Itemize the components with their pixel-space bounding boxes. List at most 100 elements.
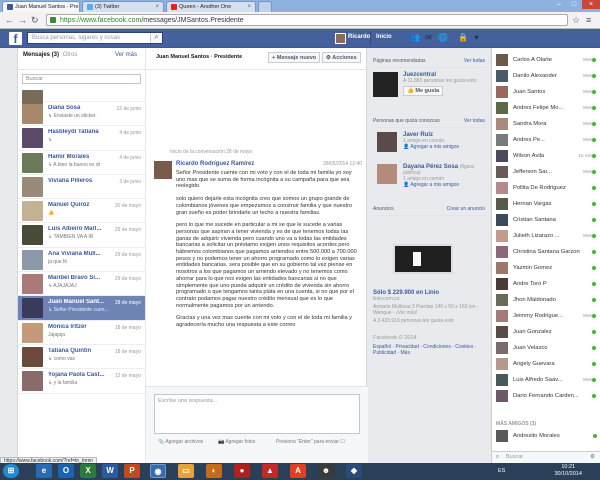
system-clock[interactable]: 10:21 30/10/2014: [554, 464, 582, 478]
new-tab-button[interactable]: [258, 1, 272, 12]
conversation-item[interactable]: Ana Viviana Mull... 29 de mayo ja que fé: [18, 248, 145, 273]
firefox-icon[interactable]: ◐: [206, 464, 222, 478]
conversation-item[interactable]: Yojana Paola Cast... 12 de mayo ↳ y la fam…: [18, 369, 145, 394]
chat-contact[interactable]: Hernan Vargas: [492, 196, 600, 212]
conversation-item[interactable]: Tatiana Quintin 18 de mayo ↳ como vas: [18, 345, 145, 370]
attach-photos-button[interactable]: 📷 Agregar fotos: [218, 439, 255, 445]
chat-contact[interactable]: Carlos A Olarte Web: [492, 52, 600, 68]
back-arrow-icon[interactable]: ←: [5, 15, 14, 25]
like-page-button[interactable]: 👍 Me gusta: [403, 86, 444, 96]
chat-contact[interactable]: Jhon Maldonado: [492, 292, 600, 308]
folder-icon[interactable]: ▭: [178, 464, 194, 478]
chat-contact[interactable]: Christina Santana Garzon: [492, 244, 600, 260]
add-friend-button[interactable]: 👤 Agregar a mis amigos: [403, 144, 459, 150]
facebook-search-input[interactable]: Busca personas, lugares y cosas ⌕: [27, 32, 163, 44]
add-friend-button[interactable]: 👤 Agregar a mis amigos: [403, 182, 487, 188]
app-icon[interactable]: ☻: [318, 464, 334, 478]
sender-avatar[interactable]: [154, 161, 172, 179]
conversation-item[interactable]: Juan Manuel Sant... 28 de mayo ↳ Señor Pre…: [18, 296, 145, 321]
chat-contact[interactable]: Juan Velasco: [492, 340, 600, 356]
chat-search-input[interactable]: ⌕ Buscar ⚙: [492, 451, 600, 463]
attach-files-button[interactable]: 📎 Agregar archivos: [158, 439, 203, 445]
tab-inbox[interactable]: Mensajes (3): [23, 52, 59, 58]
language-indicator[interactable]: ES: [498, 468, 505, 474]
minimize-window-button[interactable]: –: [552, 0, 566, 9]
powerpoint-icon[interactable]: P: [124, 464, 140, 478]
close-window-button[interactable]: ×: [582, 0, 600, 9]
conversation-item[interactable]: Diana Sosa 12 de junio ↳ Enviaste un stick…: [18, 102, 145, 127]
tab-others[interactable]: Otros: [63, 52, 78, 58]
settings-dropdown-icon[interactable]: ▾: [472, 33, 481, 42]
conversation-search-input[interactable]: Buscar: [22, 74, 141, 84]
chat-contact[interactable]: Andresito Morales: [492, 428, 600, 444]
conversation-item[interactable]: Manuel Quiroz 30 de mayo 👍: [18, 199, 145, 224]
chat-contact[interactable]: Yazmin Gomez: [492, 260, 600, 276]
menu-icon[interactable]: ≡: [586, 15, 591, 25]
chrome-icon[interactable]: ◉: [150, 464, 166, 478]
chat-contact[interactable]: Luis Alfredo Saav... Web: [492, 372, 600, 388]
enter-to-send-toggle[interactable]: Presiona "Enter" para enviar ☐: [276, 439, 345, 445]
ad-image[interactable]: [373, 220, 487, 290]
browser-tab-youtube[interactable]: Queen - Another One ×: [166, 1, 256, 12]
chat-contact[interactable]: Sandra Mora Web: [492, 116, 600, 132]
conversation-item[interactable]: Hasbleydi Tatiana 4 de junio ↳: [18, 126, 145, 151]
conversation-item[interactable]: Viviana Pilleros 3 de junio: [18, 175, 145, 200]
close-tab-icon[interactable]: ×: [155, 4, 159, 10]
messages-icon[interactable]: ✉: [424, 33, 433, 42]
chat-contact[interactable]: Angely Guevara: [492, 356, 600, 372]
app-icon[interactable]: ◆: [346, 464, 362, 478]
chat-contact[interactable]: Julieth Lizarazo ... Web: [492, 228, 600, 244]
profile-link[interactable]: Ricardo: [348, 34, 370, 40]
chat-contact[interactable]: Andres Pe... Web: [492, 132, 600, 148]
bookmark-star-icon[interactable]: ☆: [572, 15, 580, 25]
maximize-window-button[interactable]: □: [567, 0, 581, 9]
chat-contact[interactable]: Danilo Alexander Web: [492, 68, 600, 84]
search-icon[interactable]: ⌕: [150, 33, 162, 43]
page-thumbnail[interactable]: [373, 72, 398, 97]
browser-tab-twitter[interactable]: (3) Twitter ×: [82, 1, 164, 12]
user-avatar[interactable]: [335, 33, 346, 44]
friend-requests-icon[interactable]: 👥: [410, 33, 420, 42]
see-all-link[interactable]: Ver todas: [464, 118, 485, 124]
privacy-lock-icon[interactable]: 🔒: [458, 33, 468, 42]
conversation-item[interactable]: Mónica Irltzer 18 de mayo Jajajaja: [18, 321, 145, 345]
excel-icon[interactable]: X: [80, 464, 96, 478]
ad-site[interactable]: linio.com.co: [373, 296, 487, 302]
browser-tab-facebook[interactable]: Juan Manuel Santos - Pre ×: [2, 1, 80, 12]
outlook-icon[interactable]: O: [58, 464, 74, 478]
ie-icon[interactable]: e: [36, 464, 52, 478]
close-tab-icon[interactable]: ×: [247, 4, 251, 10]
create-ad-link[interactable]: Crear un anuncio: [447, 206, 485, 212]
pdf-icon[interactable]: A: [290, 464, 306, 478]
chat-contact[interactable]: Pollita De Rodriguez: [492, 180, 600, 196]
person-avatar[interactable]: [377, 164, 397, 184]
more-dropdown[interactable]: Ver más: [115, 52, 137, 58]
new-message-button[interactable]: + Mensaje nuevo: [268, 52, 321, 63]
actions-button[interactable]: ⚙ Acciones: [322, 52, 361, 63]
reader-icon[interactable]: ▲: [262, 464, 278, 478]
reload-icon[interactable]: ↻: [31, 15, 39, 25]
person-avatar[interactable]: [377, 132, 397, 152]
conversation-item[interactable]: [18, 88, 145, 110]
start-button-icon[interactable]: ⊞: [3, 464, 19, 478]
chat-contact[interactable]: Andres Felipe Mo... Web: [492, 100, 600, 116]
footer-links[interactable]: Español · Privacidad · Condiciones · Coo…: [373, 344, 487, 356]
reply-input[interactable]: Escribe una respuesta...: [154, 394, 360, 434]
conversation-item[interactable]: Hamir Morales 4 de junio ↳ A bien la bueno…: [18, 151, 145, 175]
chat-contact[interactable]: Dario Fernando Carden...: [492, 388, 600, 404]
chat-contact[interactable]: Juan Santos Web: [492, 84, 600, 100]
conversation-item[interactable]: Luis Albeiro Marl... 29 de mayo ↳ TAMBIEN …: [18, 223, 145, 248]
chat-contact[interactable]: Wilson Avila 16 min: [492, 148, 600, 164]
see-all-link[interactable]: Ver todas: [464, 58, 485, 64]
conversation-item[interactable]: Maribel Bravo Si... 29 de mayo ↳ AJAJAJAJ: [18, 272, 145, 297]
chat-contact[interactable]: Jeimmy Rodrigue... Web: [492, 308, 600, 324]
chat-contact[interactable]: Andre Toro P: [492, 276, 600, 292]
chat-contact[interactable]: Cristian Santana: [492, 212, 600, 228]
settings-gear-icon[interactable]: ⚙: [590, 452, 595, 463]
notifications-icon[interactable]: 🌐: [438, 33, 448, 42]
sender-name[interactable]: Ricardo Rodríguez Ramírez: [176, 161, 254, 167]
chat-contact[interactable]: Juan Gonzalez: [492, 324, 600, 340]
address-bar[interactable]: https://www.facebook.com/messages/JMSant…: [46, 14, 568, 26]
word-icon[interactable]: W: [102, 464, 118, 478]
media-icon[interactable]: ●: [234, 464, 250, 478]
